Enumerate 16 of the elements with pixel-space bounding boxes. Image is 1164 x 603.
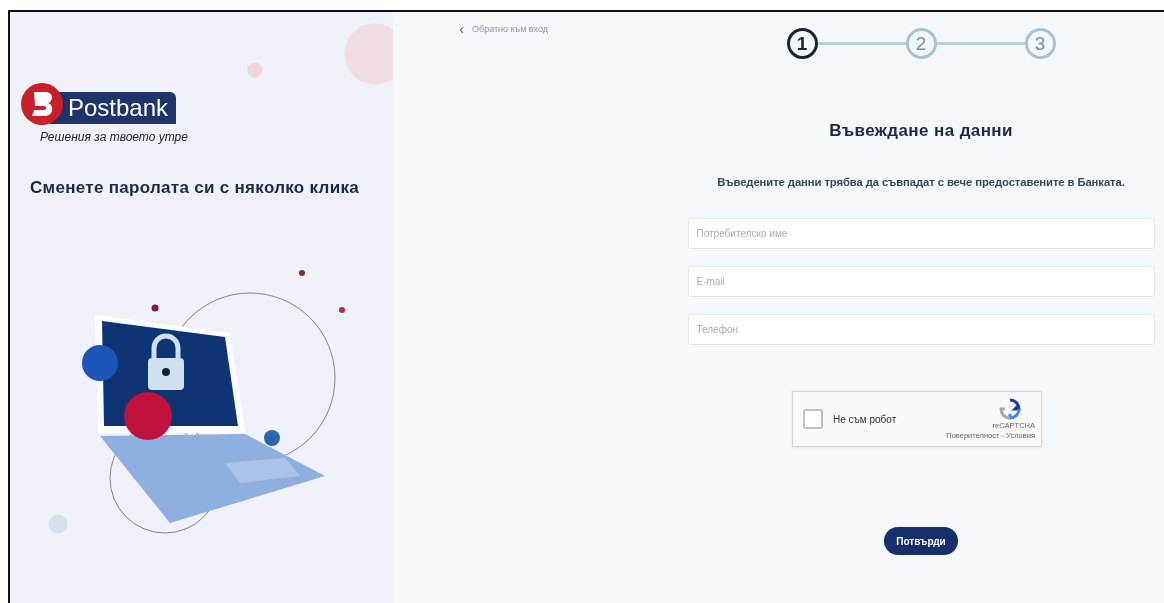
- form-title: Въвеждане на данни: [829, 121, 1013, 141]
- input-field[interactable]: Потребителско име: [687, 218, 1155, 249]
- step-indicator: 2: [905, 28, 937, 59]
- logo-icon: [20, 82, 64, 126]
- input-field[interactable]: Телефон: [687, 314, 1155, 345]
- step-indicator: 1: [786, 28, 818, 59]
- brand-tagline: Решения за твоето утре: [40, 130, 189, 144]
- back-link[interactable]: ‹ Обратно към вход: [459, 24, 549, 34]
- input-field[interactable]: E-mail: [687, 266, 1155, 297]
- side-heading: Сменете паролата си с няколко клика: [30, 178, 360, 198]
- captcha-checkbox[interactable]: [803, 409, 823, 429]
- step-indicator: 3: [1024, 28, 1056, 59]
- recaptcha-logo-icon: [999, 398, 1021, 420]
- captcha-label: Не съм робот: [833, 413, 898, 425]
- confirm-button[interactable]: Потвърди: [884, 527, 958, 555]
- form-note: Въведените данни трябва да съвпадат с вече предоставените в Банката.: [717, 176, 1125, 188]
